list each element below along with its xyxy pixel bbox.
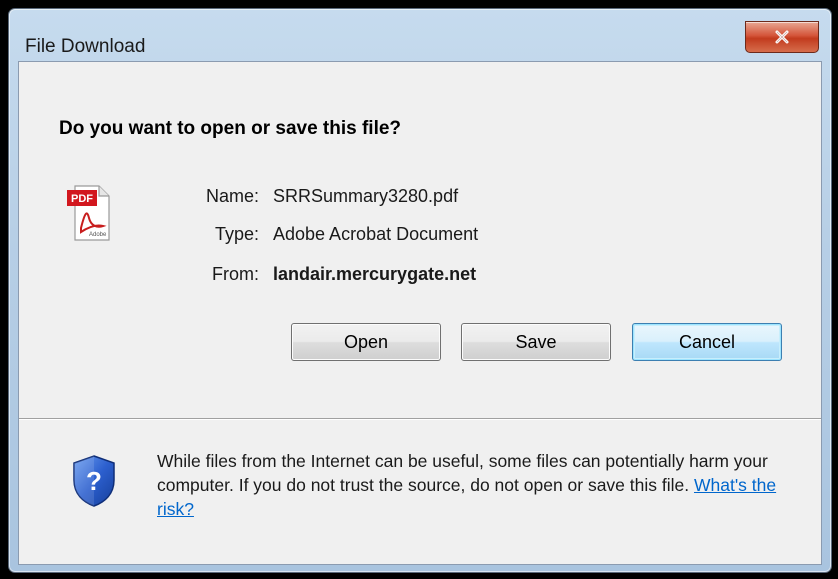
- close-button[interactable]: [745, 21, 819, 53]
- save-button[interactable]: Save: [461, 323, 611, 361]
- svg-text:PDF: PDF: [71, 193, 93, 205]
- name-label: Name:: [205, 186, 259, 206]
- type-value: Adobe Acrobat Document: [273, 224, 479, 244]
- type-label: Type:: [214, 224, 259, 244]
- cancel-button[interactable]: Cancel: [632, 323, 782, 361]
- from-value: landair.mercurygate.net: [273, 264, 477, 284]
- close-icon: [774, 29, 790, 45]
- pdf-file-icon: PDF Adobe: [67, 182, 111, 244]
- open-button[interactable]: Open: [291, 323, 441, 361]
- dialog-body: Do you want to open or save this file? P…: [18, 61, 822, 565]
- warning-text: While files from the Internet can be use…: [157, 451, 768, 495]
- name-value: SRRSummary3280.pdf: [273, 186, 459, 206]
- svg-text:Adobe: Adobe: [89, 232, 107, 238]
- dialog-heading: Do you want to open or save this file?: [59, 118, 402, 139]
- title-bar[interactable]: File Download: [9, 9, 831, 61]
- section-divider: [19, 418, 821, 420]
- from-label: From:: [212, 264, 259, 284]
- svg-text:?: ?: [86, 466, 102, 496]
- file-download-window: File Download Do you want to open or sav…: [8, 8, 832, 573]
- window-title: File Download: [25, 36, 146, 57]
- security-warning: While files from the Internet can be use…: [157, 449, 797, 521]
- security-shield-icon: ?: [71, 454, 117, 508]
